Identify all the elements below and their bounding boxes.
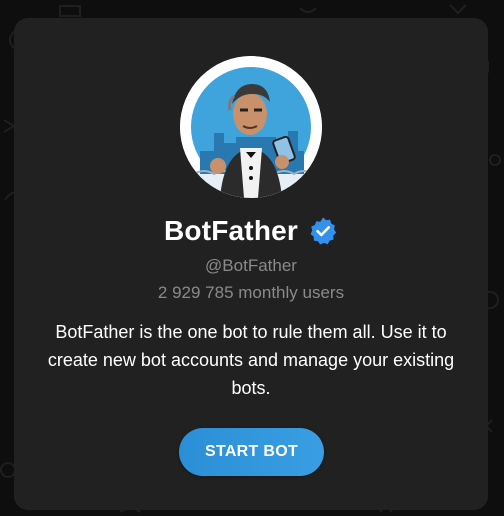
bot-name-row: BotFather <box>14 210 488 252</box>
bot-description: BotFather is the one bot to rule them al… <box>47 322 455 398</box>
bot-avatar <box>180 56 322 198</box>
botfather-avatar-icon <box>180 56 322 198</box>
bot-name: BotFather <box>163 215 299 246</box>
monthly-users-count: 2 929 785 monthly users <box>157 283 345 302</box>
verified-badge-icon <box>308 216 338 246</box>
start-bot-button[interactable]: START BOT <box>179 428 324 476</box>
bot-username: @BotFather <box>205 256 297 275</box>
bot-info-card: BotFather @BotFather 2 929 785 monthly u… <box>14 18 488 510</box>
